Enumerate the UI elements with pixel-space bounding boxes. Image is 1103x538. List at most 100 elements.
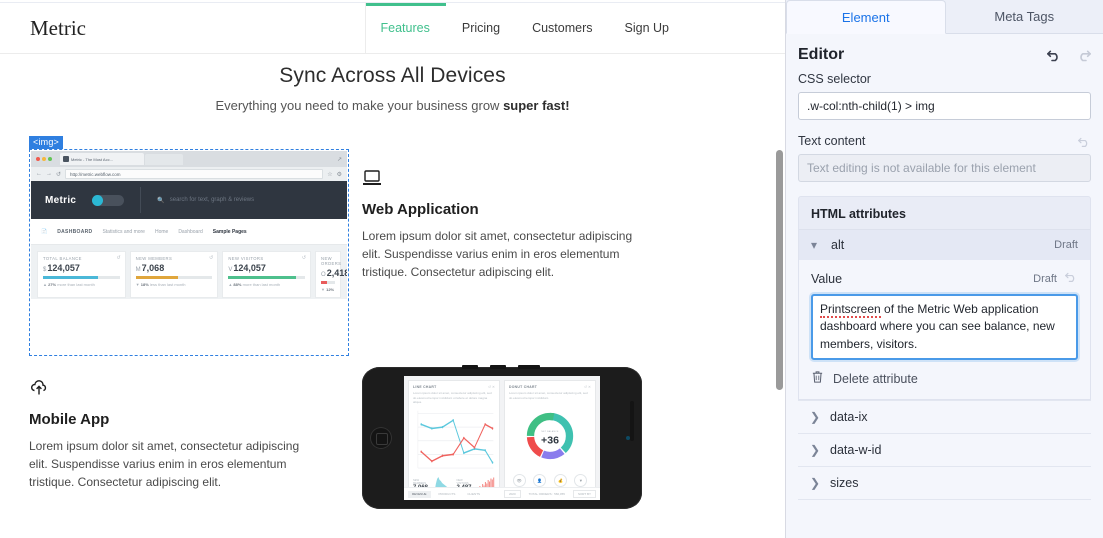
phone-line-chart-title: LINE CHART <box>413 385 437 389</box>
nav-item-features[interactable]: Features <box>364 3 447 54</box>
attribute-row-data-ix[interactable]: ❯ data-ix <box>798 401 1091 435</box>
stat-card-value: M7,068 <box>136 263 213 273</box>
phone-line-chart-sub: Lorem ipsum dolor sit amet, consectetur … <box>413 391 492 404</box>
stat-card-title: NEW ORDERS <box>321 256 342 266</box>
members-icon: 👤 <box>533 473 547 487</box>
attribute-value-label: Value <box>811 272 843 286</box>
reload-icon: ↺ <box>56 171 62 178</box>
browser-tab-title: Metric - The Most Acc... <box>71 156 113 162</box>
chevron-down-icon: ▾ <box>811 238 818 252</box>
html-attributes-title: HTML attributes <box>811 207 906 221</box>
delete-attribute-button[interactable]: Delete attribute <box>811 370 1078 387</box>
laptop-icon <box>362 169 652 191</box>
phone-tab-clients[interactable]: CLIENTS <box>463 491 484 498</box>
attribute-name: sizes <box>830 476 859 491</box>
phone-footer-total: TOTAL ORDERS : 566,055 <box>528 492 565 496</box>
phone-line-chart-plot <box>413 408 495 474</box>
forward-icon: → <box>46 171 52 177</box>
attribute-value-draft-badge: Draft <box>1033 273 1057 285</box>
attribute-value-textarea[interactable]: Printscreen of the Metric Web applicatio… <box>811 294 1078 361</box>
phone-speaker <box>630 401 634 441</box>
text-content-input[interactable]: Text editing is not available for this e… <box>798 154 1091 182</box>
css-selector-input[interactable]: .w-col:nth-child(1) > img <box>798 92 1091 120</box>
attribute-draft-badge: Draft <box>1054 239 1078 251</box>
attribute-row-alt[interactable]: ▾ alt Draft <box>799 229 1090 260</box>
revert-attribute-value-icon[interactable] <box>1065 270 1078 288</box>
card-actions-icon: ↺ ✕ <box>584 385 591 389</box>
stat-card-number: 7,068 <box>141 263 165 273</box>
feature-mobile-app: Mobile App Lorem ipsum dolor sit amet, c… <box>29 379 319 491</box>
phone-button-volume-down <box>490 365 506 369</box>
site-nav-links: Features Pricing Customers Sign Up <box>364 3 785 54</box>
header-divider <box>140 187 142 213</box>
stat-card-title: NEW VISITORS <box>228 256 264 261</box>
visits-icon: 👁 <box>512 473 526 487</box>
back-icon: ← <box>36 171 42 177</box>
phone-home-button <box>370 427 392 449</box>
card-actions-icon: ↺ ✕ <box>488 385 495 389</box>
stat-card-prefix: M <box>135 267 141 273</box>
panel-tabs: Element Meta Tags <box>786 0 1103 34</box>
sales-icon: 💰 <box>553 473 567 487</box>
refresh-icon: ↺ <box>301 255 307 261</box>
attribute-row-data-w-id[interactable]: ❯ data-w-id <box>798 434 1091 468</box>
browser-url-bar: ← → ↺ http://metric.webflow.com ☆ ⚙ <box>31 167 347 181</box>
phone-bottom-tabs: REVENUE PRODUCTS CLIENTS 2020 TOTAL ORDE… <box>404 487 600 500</box>
stat-card-value: O2,418 <box>321 268 347 278</box>
phone-button-power <box>518 365 540 369</box>
stat-card-number: 2,418 <box>326 268 347 278</box>
phone-card-header: LINE CHART ↺ ✕ <box>413 385 495 389</box>
phone-button-volume-up <box>462 365 478 369</box>
favicon-icon <box>63 156 69 162</box>
settings-icon: ⚙ <box>336 171 342 178</box>
browser-tab-inactive <box>145 153 183 165</box>
phone-donut-chart-card: DONUT CHART ↺ ✕ Lorem ipsum dolor sit am… <box>504 380 596 496</box>
stat-card: NEW MEMBERS ↺ M7,068 ▼ 18% less than las… <box>129 251 219 298</box>
feature-web-application: Web Application Lorem ipsum dolor sit am… <box>362 169 652 281</box>
attribute-row-sizes[interactable]: ❯ sizes <box>798 467 1091 501</box>
stat-card-bar <box>228 276 306 279</box>
tab-element[interactable]: Element <box>786 0 946 34</box>
nav-item-signup[interactable]: Sign Up <box>609 3 685 53</box>
phone-sort-select[interactable]: SORT BY <box>572 490 596 498</box>
stat-card-title: TOTAL BALANCE <box>43 256 82 261</box>
window-minimize-dot <box>42 157 46 161</box>
browser-url-text: http://metric.webflow.com <box>65 169 324 179</box>
attribute-name: data-ix <box>830 410 868 425</box>
preview-scrollbar[interactable] <box>776 150 783 390</box>
phone-donut-chart-title: DONUT CHART <box>509 385 538 389</box>
selected-image-wrapper[interactable]: <img> Metric - The Most Acc... ↗ ← → ↺ h… <box>29 136 349 356</box>
phone-tab-products[interactable]: PRODUCTS <box>435 491 460 498</box>
undo-icon[interactable] <box>1047 49 1062 62</box>
crumb-sample-pages: Sample Pages <box>212 228 247 235</box>
dashboard-stat-cards: TOTAL BALANCE ↺ $124,057 ▲ 27% more than… <box>31 245 347 298</box>
attribute-name: data-w-id <box>830 443 882 458</box>
nav-item-customers[interactable]: Customers <box>516 3 608 53</box>
stat-card-value: V124,057 <box>228 263 305 273</box>
phone-donut-chart-sub: Lorem ipsum dolor sit amet, consectetur … <box>509 391 588 400</box>
nav-item-pricing[interactable]: Pricing <box>446 3 516 53</box>
stat-card-prefix: O <box>321 272 326 278</box>
revert-text-content-icon[interactable] <box>1078 135 1091 153</box>
site-navbar: Metric Features Pricing Customers Sign U… <box>0 3 785 54</box>
attribute-value-editor: Value Draft Printscreen of the Metric We… <box>799 260 1090 400</box>
search-icon: 🔍 <box>157 197 165 204</box>
css-selector-label: CSS selector <box>798 72 871 86</box>
donut-center-caption: NET BALANCE <box>541 430 559 433</box>
delete-attribute-label: Delete attribute <box>833 371 918 386</box>
text-content-row: Text content <box>798 134 1091 154</box>
phone-card-header: DONUT CHART ↺ ✕ <box>509 385 591 389</box>
html-attributes-section: HTML attributes ▾ alt Draft Value Draft <box>798 196 1091 401</box>
dashboard-screenshot-image[interactable]: Metric - The Most Acc... ↗ ← → ↺ http://… <box>31 151 347 299</box>
refresh-icon: ↺ <box>116 255 121 261</box>
redo-icon[interactable] <box>1076 49 1091 62</box>
phone-tab-revenue[interactable]: REVENUE <box>408 490 431 498</box>
stat-card-footer: ▲ 88% more than last month <box>228 281 281 287</box>
tab-meta-tags[interactable]: Meta Tags <box>945 0 1103 34</box>
stat-card-pct: 27% <box>48 281 57 287</box>
phone-year-select[interactable]: 2020 <box>503 490 521 498</box>
phone-mockup: LINE CHART ↺ ✕ Lorem ipsum dolor sit ame… <box>335 365 655 515</box>
expand-icon: ↗ <box>336 156 342 163</box>
phone-body: LINE CHART ↺ ✕ Lorem ipsum dolor sit ame… <box>362 365 642 509</box>
